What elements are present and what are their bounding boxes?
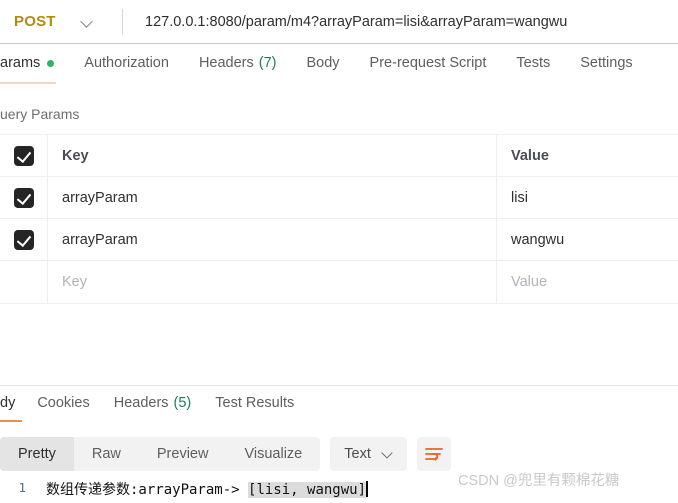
query-params-title: uery Params — [0, 106, 80, 122]
header-divider — [0, 43, 678, 44]
tab-authorization-label: Authorization — [84, 55, 169, 71]
column-header-value: Value — [511, 147, 549, 164]
response-format-toolbar: Pretty Raw Preview Visualize Text — [0, 437, 451, 471]
tab-authorization[interactable]: Authorization — [84, 52, 169, 71]
tab-params-label: arams — [0, 55, 41, 71]
table-row[interactable]: arrayParam wangwu — [0, 218, 678, 261]
column-header-key: Key — [48, 134, 497, 177]
query-params-table: Key Value arrayParam lisi arrayParam wan… — [0, 134, 678, 304]
checkbox-icon[interactable] — [13, 229, 34, 250]
response-body-prefix: 数组传递参数:arrayParam-> — [46, 482, 249, 498]
row-checkbox-cell[interactable] — [0, 218, 48, 261]
tab-tests-label: Tests — [516, 55, 551, 71]
tab-body[interactable]: Body — [306, 52, 339, 71]
format-segmented-control: Pretty Raw Preview Visualize — [0, 437, 321, 471]
tab-headers-count: (7) — [258, 55, 277, 71]
postman-window: POST 127.0.0.1:8080/param/m4?arrayParam=… — [0, 0, 678, 503]
tab-headers[interactable]: Headers (7) — [199, 52, 277, 71]
wrap-text-icon — [424, 448, 443, 461]
checkbox-icon[interactable] — [13, 145, 34, 166]
row-checkbox-cell[interactable] — [0, 176, 48, 219]
line-number: 1 — [18, 480, 26, 495]
tab-body-label: Body — [306, 55, 340, 71]
tab-settings-label: Settings — [580, 55, 633, 71]
format-button-visualize[interactable]: Visualize — [226, 437, 320, 471]
tab-pre-request-script-label: Pre-request Script — [369, 55, 487, 71]
active-tab-underline — [0, 82, 56, 84]
table-header-row: Key Value — [0, 134, 678, 177]
param-key-input[interactable]: arrayParam — [48, 176, 497, 219]
text-caret — [366, 481, 368, 497]
checkbox-icon[interactable] — [13, 187, 34, 208]
param-value-input[interactable]: lisi — [497, 177, 678, 219]
content-type-label: Text — [344, 446, 371, 462]
response-tab-cookies[interactable]: Cookies — [37, 392, 89, 411]
response-tab-headers[interactable]: Headers (5) — [114, 392, 192, 411]
response-body-text[interactable]: 数组传递参数:arrayParam-> [lisi, wangwu] — [30, 476, 368, 499]
param-value-input[interactable]: wangwu — [497, 219, 678, 261]
response-tab-headers-label: Headers — [113, 395, 169, 411]
chevron-down-icon — [82, 16, 93, 27]
tab-pre-request-script[interactable]: Pre-request Script — [370, 52, 487, 71]
tab-tests[interactable]: Tests — [516, 52, 550, 71]
param-key-input[interactable]: arrayParam — [48, 218, 497, 261]
format-button-raw[interactable]: Raw — [74, 437, 139, 471]
http-method-selector[interactable]: POST — [0, 0, 120, 43]
request-tabs: arams Authorization Headers (7) Body Pre… — [0, 52, 678, 86]
response-tabs: dy Cookies Headers (5) Test Results — [0, 392, 678, 424]
tab-settings[interactable]: Settings — [580, 52, 632, 71]
response-tab-body[interactable]: dy — [0, 392, 15, 411]
table-row-empty[interactable]: Key Value — [0, 261, 678, 303]
params-modified-dot — [47, 59, 55, 67]
param-value-input-empty[interactable]: Value — [497, 261, 678, 303]
format-button-pretty[interactable]: Pretty — [0, 437, 74, 471]
watermark: CSDN @兜里有颗棉花糖 — [458, 473, 620, 489]
response-divider — [0, 385, 678, 386]
tab-params[interactable]: arams — [0, 52, 55, 71]
row-checkbox-cell-empty[interactable] — [0, 261, 48, 303]
response-tab-headers-count: (5) — [173, 395, 192, 411]
active-response-tab-underline — [0, 420, 22, 422]
response-tab-test-results[interactable]: Test Results — [215, 392, 294, 411]
url-input[interactable]: 127.0.0.1:8080/param/m4?arrayParam=lisi&… — [123, 14, 678, 30]
tab-headers-label: Headers — [198, 55, 254, 71]
response-tab-body-label: dy — [0, 395, 16, 411]
http-method-label: POST — [14, 13, 56, 30]
chevron-down-icon — [383, 449, 393, 459]
response-body-selection: [lisi, wangwu] — [248, 482, 367, 498]
format-button-preview[interactable]: Preview — [139, 437, 227, 471]
response-tab-cookies-label: Cookies — [37, 395, 90, 411]
content-type-selector[interactable]: Text — [330, 437, 407, 471]
table-row[interactable]: arrayParam lisi — [0, 176, 678, 219]
response-tab-test-results-label: Test Results — [215, 395, 295, 411]
param-key-input-empty[interactable]: Key — [48, 261, 497, 303]
select-all-cell[interactable] — [0, 134, 48, 177]
wrap-text-button[interactable] — [416, 437, 451, 471]
url-bar: POST 127.0.0.1:8080/param/m4?arrayParam=… — [0, 0, 678, 43]
